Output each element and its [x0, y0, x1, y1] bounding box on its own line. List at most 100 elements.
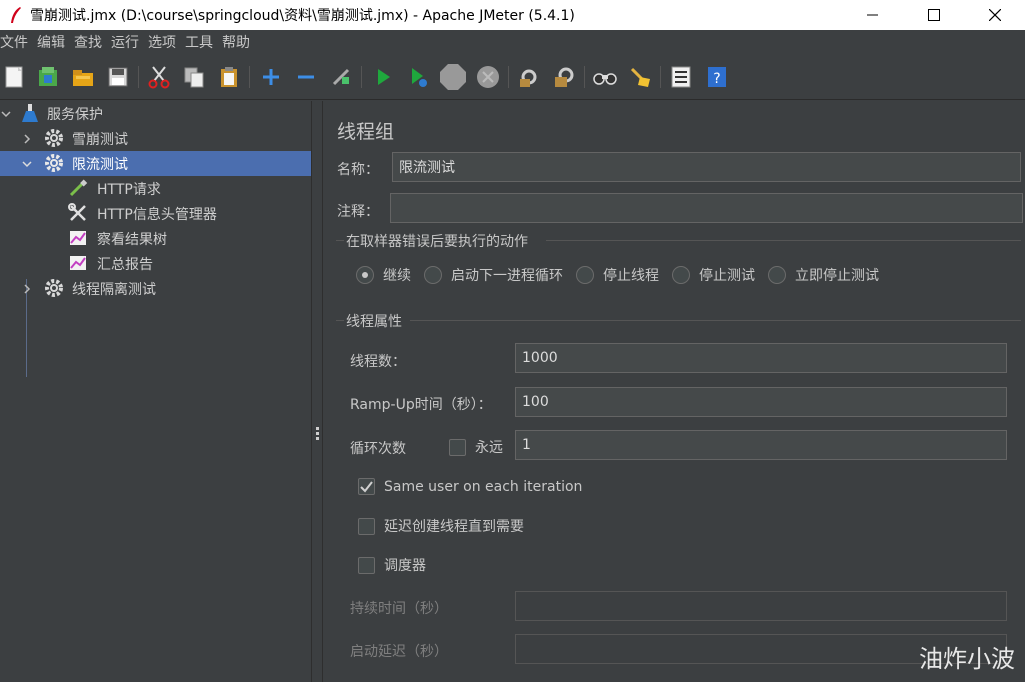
drag-handle-icon	[316, 427, 319, 442]
menu-help[interactable]: 帮助	[222, 32, 256, 52]
duration-field[interactable]	[515, 591, 1007, 621]
checkbox-unchecked-icon	[449, 438, 466, 456]
radio-start-next-loop[interactable]: 启动下一进程循环	[424, 265, 563, 285]
start-button[interactable]	[369, 63, 397, 91]
toolbar: ?	[0, 54, 1025, 100]
expand-icon	[263, 69, 279, 85]
forever-checkbox[interactable]: 永远	[449, 437, 503, 457]
templates-button[interactable]	[34, 63, 62, 91]
reset-search-icon	[630, 67, 650, 87]
tree-node-config[interactable]: HTTP信息头管理器	[0, 201, 311, 226]
chevron-right-icon[interactable]	[21, 133, 33, 145]
toggle-icon	[332, 68, 350, 86]
comment-label: 注释：	[337, 204, 379, 220]
jmeter-feather-icon	[6, 5, 26, 25]
chevron-right-icon[interactable]	[21, 283, 33, 295]
rampup-field[interactable]: 100	[515, 387, 1007, 417]
open-button[interactable]	[69, 63, 97, 91]
menu-search[interactable]: 查找	[74, 32, 108, 52]
name-field[interactable]: 限流测试	[392, 152, 1021, 182]
maximize-icon	[927, 9, 940, 21]
threads-field[interactable]: 1000	[515, 343, 1007, 373]
copy-button[interactable]	[180, 63, 208, 91]
duration-label: 持续时间（秒）	[350, 601, 448, 617]
collapse-icon	[298, 75, 314, 79]
comment-field[interactable]	[390, 193, 1023, 223]
tree-label: 服务保护	[47, 106, 103, 123]
clear-all-icon	[555, 67, 574, 87]
tree-label: 线程隔离测试	[72, 281, 156, 298]
radio-stop-test[interactable]: 停止测试	[672, 265, 755, 285]
svg-text:?: ?	[713, 71, 720, 87]
same-user-checkbox[interactable]: Same user on each iteration	[358, 478, 582, 495]
start-no-pause-button[interactable]	[404, 63, 432, 91]
clear-all-button[interactable]	[550, 63, 578, 91]
loop-count-label: 循环次数	[350, 441, 406, 457]
tree-node-root[interactable]: 服务保护	[0, 101, 311, 126]
reset-search-button[interactable]	[626, 63, 654, 91]
expand-all-button[interactable]	[257, 63, 285, 91]
thread-group-panel: 线程组 名称： 限流测试 注释： 在取样器错误后要执行的动作 继续 启动下一进程…	[324, 101, 1025, 682]
menu-file[interactable]: 文件	[0, 32, 34, 52]
loop-count-field[interactable]: 1	[515, 430, 1007, 460]
threads-label: 线程数：	[350, 354, 406, 370]
menu-options[interactable]: 选项	[148, 32, 182, 52]
maximize-button[interactable]	[903, 0, 964, 30]
title-bar: 雪崩测试.jmx (D:\course\springcloud\资料\雪崩测试.…	[0, 0, 1025, 30]
tree-node-thread-group[interactable]: 雪崩测试	[0, 126, 311, 151]
clear-icon	[520, 69, 537, 87]
radio-unselected-icon	[672, 266, 690, 284]
start-icon	[378, 69, 390, 85]
templates-icon	[39, 67, 57, 86]
menu-run[interactable]: 运行	[111, 32, 145, 52]
search-button[interactable]	[591, 63, 619, 91]
close-button[interactable]	[964, 0, 1025, 30]
tree-node-thread-group[interactable]: 线程隔离测试	[0, 276, 311, 301]
save-icon	[108, 67, 128, 87]
copy-icon	[184, 67, 204, 88]
gear-icon	[44, 153, 64, 173]
thread-properties-section-title: 线程属性	[346, 314, 402, 330]
menu-bar: 文件 编辑 查找 运行 选项 工具 帮助	[0, 30, 1025, 54]
radio-stop-thread[interactable]: 停止线程	[576, 265, 659, 285]
checkbox-unchecked-icon	[358, 556, 375, 574]
help-button[interactable]: ?	[703, 63, 731, 91]
tree-node-sampler[interactable]: HTTP请求	[0, 176, 311, 201]
window-title: 雪崩测试.jmx (D:\course\springcloud\资料\雪崩测试.…	[30, 8, 575, 24]
cut-icon	[148, 66, 170, 89]
test-plan-flask-icon	[20, 103, 40, 123]
wrench-icon	[68, 203, 88, 223]
paste-button[interactable]	[215, 63, 243, 91]
cut-button[interactable]	[145, 63, 173, 91]
radio-stop-test-now[interactable]: 立即停止测试	[768, 265, 879, 285]
radio-unselected-icon	[424, 266, 442, 284]
function-helper-button[interactable]	[667, 63, 695, 91]
menu-edit[interactable]: 编辑	[37, 32, 71, 52]
scheduler-checkbox[interactable]: 调度器	[358, 555, 426, 575]
toggle-button[interactable]	[327, 63, 355, 91]
menu-tools[interactable]: 工具	[185, 32, 219, 52]
minimize-button[interactable]	[842, 0, 903, 30]
stop-button[interactable]	[439, 63, 467, 91]
save-button[interactable]	[104, 63, 132, 91]
watermark-text: 油炸小波	[919, 645, 1015, 673]
radio-unselected-icon	[768, 266, 786, 284]
chevron-down-icon[interactable]	[21, 158, 33, 170]
checkbox-unchecked-icon	[358, 517, 375, 535]
new-icon	[5, 66, 23, 88]
clear-button[interactable]	[515, 63, 543, 91]
tree-node-thread-group-selected[interactable]: 限流测试	[0, 151, 311, 176]
radio-continue[interactable]: 继续	[356, 265, 411, 285]
collapse-all-button[interactable]	[292, 63, 320, 91]
split-pane-divider[interactable]	[311, 101, 323, 682]
stop-icon	[440, 64, 466, 90]
tree-node-listener[interactable]: 汇总报告	[0, 251, 311, 276]
new-button[interactable]	[1, 63, 29, 91]
chevron-down-icon[interactable]	[0, 108, 12, 120]
shutdown-icon	[477, 66, 499, 88]
gear-icon	[44, 128, 64, 148]
function-helper-icon	[671, 66, 691, 88]
tree-node-listener[interactable]: 察看结果树	[0, 226, 311, 251]
shutdown-button[interactable]	[474, 63, 502, 91]
delay-thread-creation-checkbox[interactable]: 延迟创建线程直到需要	[358, 516, 524, 536]
